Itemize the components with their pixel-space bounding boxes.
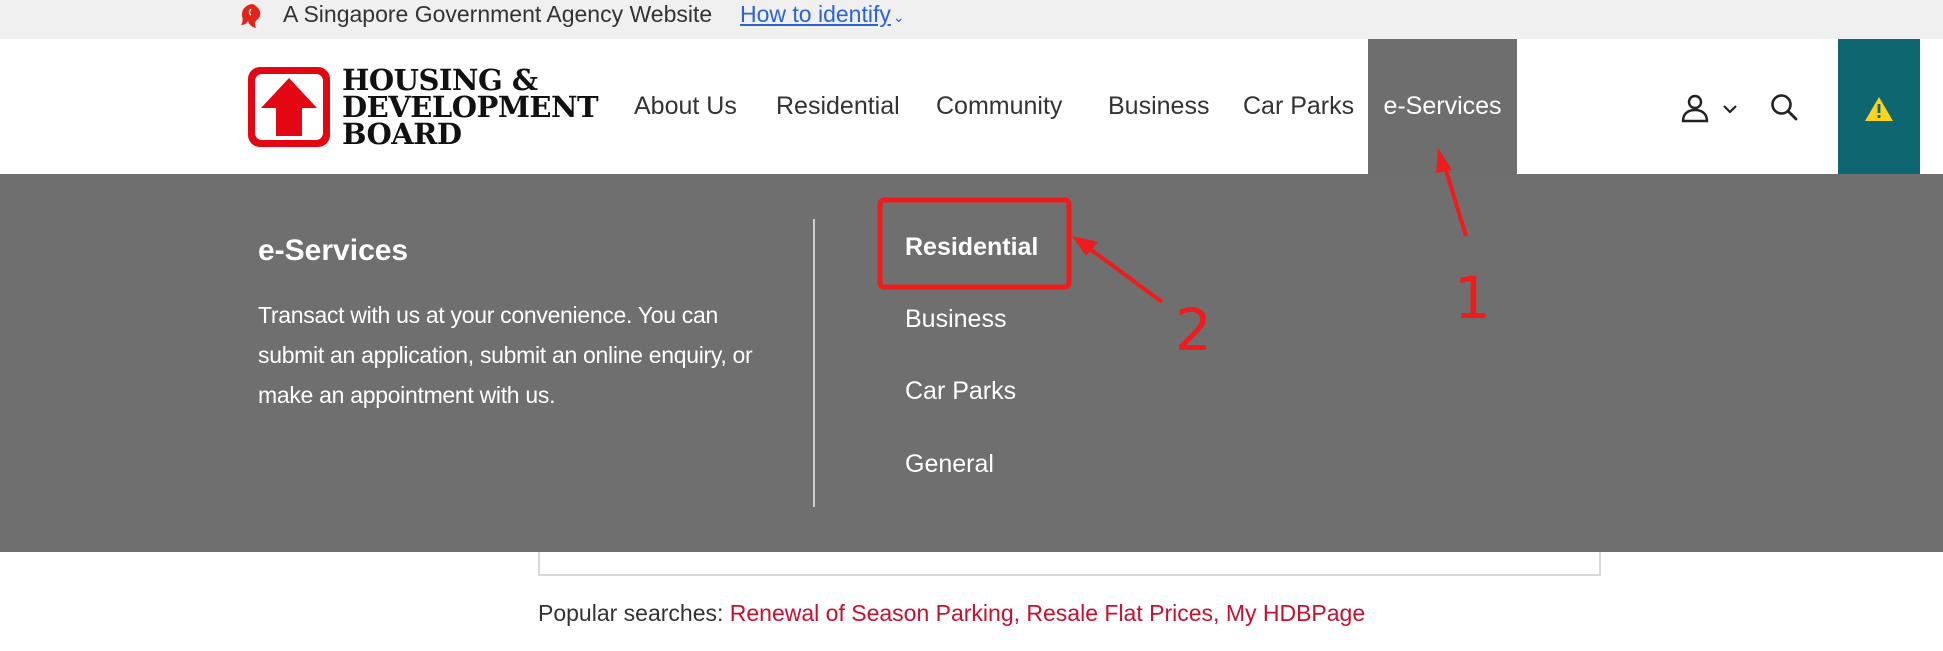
nav-about-us[interactable]: About Us (634, 39, 737, 174)
popular-link-separator: , (1213, 600, 1226, 626)
logo-line-3: BOARD (342, 117, 462, 151)
menu-link-general[interactable]: General (905, 450, 994, 479)
chevron-down-icon[interactable] (1722, 103, 1738, 115)
menu-link-car-parks[interactable]: Car Parks (905, 377, 1016, 406)
nav-community[interactable]: Community (936, 39, 1062, 174)
site-header: HOUSING & DEVELOPMENT BOARD About Us Res… (0, 39, 1943, 174)
warning-icon (1865, 97, 1893, 121)
logo-wordmark: HOUSING & DEVELOPMENT BOARD (342, 66, 599, 151)
lion-head-icon (241, 4, 261, 28)
nav-car-parks[interactable]: Car Parks (1243, 39, 1354, 174)
popular-link-separator: , (1013, 600, 1027, 626)
annotation-label-2: 2 (1175, 296, 1212, 364)
popular-link-resale-prices[interactable]: Resale Flat Prices (1026, 600, 1213, 626)
chevron-down-icon: ⌄ (892, 9, 905, 25)
nav-business[interactable]: Business (1108, 39, 1209, 174)
popular-link-my-hdbpage[interactable]: My HDBPage (1226, 600, 1365, 626)
search-input[interactable] (538, 552, 1601, 576)
annotation-label-1: 1 (1454, 264, 1491, 332)
hdb-logo[interactable]: HOUSING & DEVELOPMENT BOARD (245, 64, 605, 159)
popular-searches: Popular searches: Renewal of Season Park… (538, 600, 1365, 627)
user-icon[interactable] (1680, 93, 1710, 123)
nav-e-services[interactable]: e-Services (1368, 39, 1517, 174)
menu-divider (813, 219, 815, 507)
mega-menu-title: e-Services (258, 234, 409, 267)
popular-link-season-parking[interactable]: Renewal of Season Parking (730, 600, 1014, 626)
menu-link-business[interactable]: Business (905, 305, 1006, 334)
house-arrow-logo-icon (248, 67, 330, 147)
popular-searches-label: Popular searches: (538, 600, 724, 626)
how-to-identify-link[interactable]: How to identify ⌄ (740, 0, 905, 31)
search-icon[interactable] (1769, 92, 1799, 122)
e-services-mega-menu: e-Services Transact with us at your conv… (0, 174, 1943, 552)
agency-text: A Singapore Government Agency Website (283, 1, 713, 27)
masthead-bar: A Singapore Government Agency Website Ho… (0, 0, 1943, 39)
mega-menu-description: Transact with us at your convenience. Yo… (258, 302, 753, 408)
nav-residential[interactable]: Residential (776, 39, 900, 174)
menu-link-residential[interactable]: Residential (905, 233, 1038, 262)
alert-button[interactable] (1838, 39, 1920, 174)
